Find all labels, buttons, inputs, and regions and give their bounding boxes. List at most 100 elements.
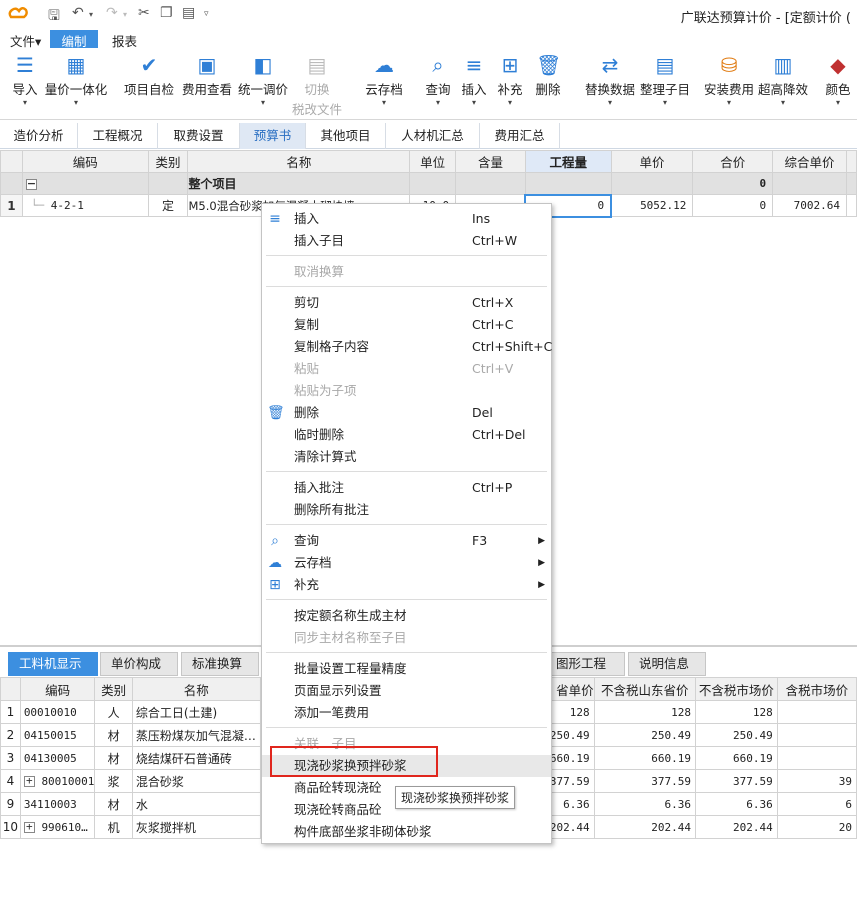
province-price-excl-tax[interactable]: 250.49: [593, 723, 696, 747]
super-high-button[interactable]: ▥ 超高降效 ▾: [756, 52, 810, 108]
menu-item-clear-formula[interactable]: 清除计算式: [262, 446, 551, 468]
material-name[interactable]: 蒸压粉煤灰加气混凝…: [131, 723, 261, 747]
column-header[interactable]: 合价: [692, 150, 774, 173]
tab-budget-book[interactable]: 预算书: [240, 123, 306, 149]
column-header[interactable]: 含税市场价: [776, 677, 857, 701]
material-name[interactable]: 混合砂浆: [131, 769, 261, 793]
replace-data-button[interactable]: ⇄ 替换数据 ▾: [584, 52, 636, 108]
market-price-incl-tax[interactable]: 39: [776, 769, 857, 793]
menu-file[interactable]: 文件▾: [2, 30, 49, 49]
province-price-excl-tax[interactable]: 6.36: [593, 792, 696, 816]
tab-project-overview[interactable]: 工程概况: [78, 123, 158, 149]
tab-labor-material-summary[interactable]: 人材机汇总: [386, 123, 480, 149]
material-type[interactable]: 材: [94, 792, 133, 816]
collapse-icon[interactable]: −: [25, 178, 37, 190]
insert-button[interactable]: ≡ 插入 ▾: [458, 52, 490, 108]
menu-item-insert-comment[interactable]: 插入批注 Ctrl+P: [262, 477, 551, 499]
column-header[interactable]: 单价: [610, 150, 694, 173]
market-price-incl-tax[interactable]: [776, 700, 857, 724]
menu-item-cloud-archive[interactable]: ☁ 云存档 ▶: [262, 552, 551, 574]
price-cell[interactable]: 5052.12: [610, 194, 694, 217]
market-price-excl-tax[interactable]: 660.19: [694, 746, 778, 770]
menu-item-generate-main-material[interactable]: 按定额名称生成主材: [262, 605, 551, 627]
market-price-excl-tax[interactable]: 128: [694, 700, 778, 724]
material-type[interactable]: 材: [94, 723, 133, 747]
column-header[interactable]: 工程量: [524, 150, 612, 173]
column-header[interactable]: 编码: [19, 677, 96, 701]
expand-icon[interactable]: +: [23, 775, 35, 787]
expand-icon[interactable]: +: [23, 821, 35, 833]
menu-edit[interactable]: 编制: [50, 30, 98, 49]
price-adjust-button[interactable]: ◧ 统一调价 ▾: [236, 52, 290, 108]
import-button[interactable]: ☰ 导入 ▾: [8, 52, 42, 108]
self-check-button[interactable]: ✔ 项目自检: [122, 52, 176, 98]
menu-item-insert[interactable]: ≡ 插入 Ins: [262, 208, 551, 230]
material-code[interactable]: 04130005: [19, 746, 96, 770]
tab-description[interactable]: 说明信息: [628, 652, 706, 676]
province-price-excl-tax[interactable]: 128: [593, 700, 696, 724]
market-price-excl-tax[interactable]: 6.36: [694, 792, 778, 816]
tab-standard-conversion[interactable]: 标准换算: [181, 652, 259, 676]
cut-icon[interactable]: ✂: [138, 5, 150, 21]
material-type[interactable]: 机: [94, 815, 133, 839]
paste-icon[interactable]: ▤: [182, 5, 195, 21]
menu-item-column-settings[interactable]: 页面显示列设置: [262, 680, 551, 702]
province-price-excl-tax[interactable]: 202.44: [593, 815, 696, 839]
customize-dropdown-icon[interactable]: ▿: [204, 9, 209, 19]
market-price-excl-tax[interactable]: 377.59: [694, 769, 778, 793]
menu-item-supplement[interactable]: ⊞ 补充 ▶: [262, 574, 551, 596]
menu-item-delete[interactable]: 🗑 删除 Del: [262, 402, 551, 424]
group-row[interactable]: − 整个项目 0: [0, 172, 857, 195]
column-header[interactable]: 编码: [21, 150, 149, 173]
market-price-excl-tax[interactable]: 250.49: [694, 723, 778, 747]
delete-button[interactable]: 🗑 删除: [532, 52, 564, 98]
save-icon[interactable]: 🖫: [48, 5, 60, 29]
tab-unit-price-composition[interactable]: 单价构成: [100, 652, 178, 676]
menu-item-add-fee[interactable]: 添加一笔费用: [262, 702, 551, 724]
market-price-excl-tax[interactable]: 202.44: [694, 815, 778, 839]
menu-item-copy[interactable]: 复制 Ctrl+C: [262, 314, 551, 336]
quantity-price-button[interactable]: ▦ 量价一体化 ▾: [44, 52, 108, 108]
tab-fee-summary[interactable]: 费用汇总: [480, 123, 560, 149]
column-header[interactable]: 类别: [147, 150, 189, 173]
total-cell[interactable]: 0: [692, 194, 774, 217]
material-type[interactable]: 材: [94, 746, 133, 770]
undo-icon[interactable]: ↶: [72, 5, 84, 21]
supplement-button[interactable]: ⊞ 补充 ▾: [494, 52, 526, 108]
material-name[interactable]: 烧结煤矸石普通砖: [131, 746, 261, 770]
tab-labor-material-display[interactable]: 工料机显示: [8, 652, 98, 676]
tab-fee-settings[interactable]: 取费设置: [158, 123, 240, 149]
province-price-excl-tax[interactable]: 660.19: [593, 746, 696, 770]
cloud-archive-button[interactable]: ☁ 云存档 ▾: [362, 52, 406, 108]
material-code[interactable]: 34110003: [19, 792, 96, 816]
menu-item-insert-sub[interactable]: 插入子目 Ctrl+W: [262, 230, 551, 252]
tab-other-items[interactable]: 其他项目: [306, 123, 386, 149]
column-header[interactable]: 不含税山东省价: [593, 677, 696, 701]
tab-graphic-quantity[interactable]: 图形工程量: [545, 652, 625, 693]
copy-icon[interactable]: ❐: [160, 5, 173, 21]
market-price-incl-tax[interactable]: 20: [776, 815, 857, 839]
menu-item-temp-delete[interactable]: 临时删除 Ctrl+Del: [262, 424, 551, 446]
column-header[interactable]: 综合单价: [772, 150, 847, 173]
item-type[interactable]: 定: [147, 194, 189, 217]
tab-cost-analysis[interactable]: 造价分析: [0, 123, 78, 149]
province-price-excl-tax[interactable]: 377.59: [593, 769, 696, 793]
material-type[interactable]: 浆: [94, 769, 133, 793]
menu-item-cut[interactable]: 剪切 Ctrl+X: [262, 292, 551, 314]
material-type[interactable]: 人: [94, 700, 133, 724]
column-header[interactable]: 含量: [455, 150, 526, 173]
menu-item-bottom-mortar[interactable]: 构件底部坐浆非砌体砂浆: [262, 821, 551, 843]
column-header[interactable]: 名称: [187, 150, 411, 173]
undo-dropdown-icon[interactable]: ▾: [89, 10, 93, 19]
market-price-incl-tax[interactable]: [776, 723, 857, 747]
query-button[interactable]: ⌕ 查询 ▾: [422, 52, 454, 108]
menu-item-query[interactable]: ⌕ 查询 F3 ▶: [262, 530, 551, 552]
unit-price-cell[interactable]: 7002.64: [772, 194, 847, 217]
material-code[interactable]: 04150015: [19, 723, 96, 747]
menu-report[interactable]: 报表: [104, 30, 145, 49]
menu-item-delete-comments[interactable]: 删除所有批注: [262, 499, 551, 521]
material-name[interactable]: 水: [131, 792, 261, 816]
menu-item-batch-precision[interactable]: 批量设置工程量精度: [262, 658, 551, 680]
material-name[interactable]: 灰浆搅拌机: [131, 815, 261, 839]
column-header[interactable]: 单位: [409, 150, 457, 173]
